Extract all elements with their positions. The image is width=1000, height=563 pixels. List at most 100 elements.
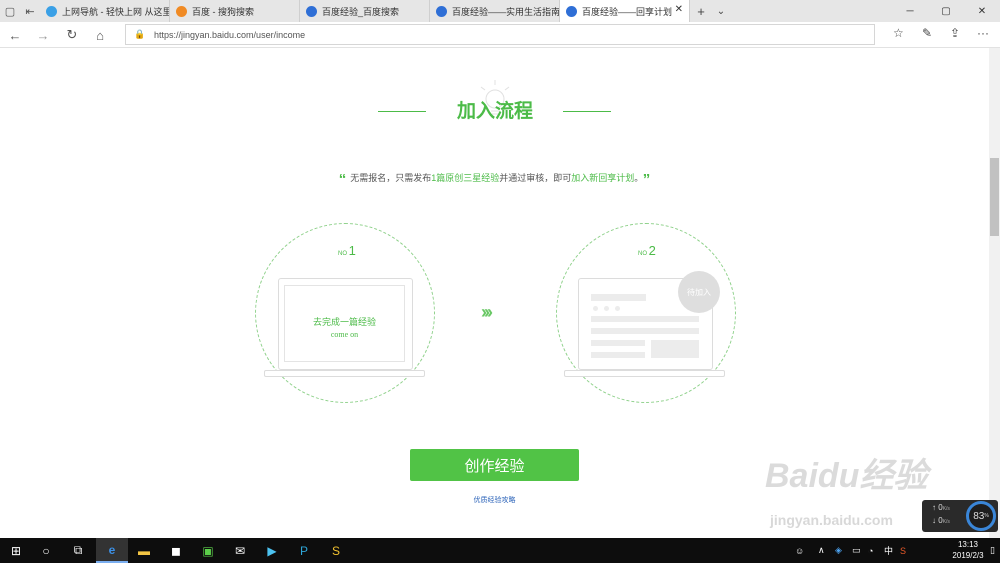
tab-4[interactable]: 百度经验——实用生活指南 (430, 0, 560, 22)
browser-tab-bar: ▢ ⇤ 上网导航 - 轻快上网 从这里 百度 - 搜狗搜索 百度经验_百度搜索 … (0, 0, 1000, 22)
placeholder-dot (604, 306, 609, 311)
pptv-icon[interactable]: P (288, 538, 320, 563)
pending-badge: 待加入 (678, 271, 720, 313)
site-favicon-icon (46, 5, 57, 17)
placeholder-bar (591, 340, 645, 346)
url-field[interactable]: 🔒 https://jingyan.baidu.com/user/income (125, 24, 875, 45)
title-divider-right (563, 111, 611, 112)
speed-unit: K/s (942, 506, 950, 512)
tab-label: 百度经验_百度搜索 (322, 6, 400, 17)
favorites-icon[interactable]: ☆ (893, 26, 904, 44)
lock-icon: 🔒 (134, 29, 146, 39)
system-clock[interactable]: 13:13 2019/2/3 (948, 539, 988, 561)
placeholder-bar (591, 328, 699, 334)
search-circle-icon[interactable]: ○ (30, 538, 62, 563)
chevron-down-icon[interactable]: ⌄ (712, 6, 730, 17)
clock-date: 2019/2/3 (952, 551, 984, 560)
tab-5-active[interactable]: 百度经验——回享计划 ✕ (560, 0, 690, 22)
next-arrows-icon: ››› (481, 302, 493, 322)
upload-speed: ↑ 0K/s (932, 503, 950, 512)
gauge-unit: % (984, 513, 989, 519)
placeholder-bar (591, 294, 646, 301)
placeholder-block (651, 340, 699, 358)
scrollbar-thumb[interactable] (990, 158, 999, 236)
media-player-icon[interactable]: ▶ (256, 538, 288, 563)
step2-number: NO 2 (638, 243, 656, 258)
create-experience-button[interactable]: 创作经验 (410, 449, 579, 481)
quote-highlight: 1篇原创三星经验 (431, 173, 500, 183)
baidu-favicon-icon (566, 5, 577, 17)
tab-1[interactable]: 上网导航 - 轻快上网 从这里 (40, 0, 170, 22)
store-icon[interactable]: ◼ (160, 538, 192, 563)
refresh-icon[interactable]: ↻ (62, 26, 82, 44)
task-view-icon[interactable]: ⧉ (62, 538, 94, 563)
step-no: 2 (648, 243, 656, 258)
tab-close-icon[interactable]: ✕ (675, 4, 683, 15)
more-icon[interactable]: ··· (977, 26, 989, 44)
app-s-icon[interactable]: S (320, 538, 352, 563)
guide-link-text[interactable]: 优质经验攻略 (474, 497, 516, 504)
share-icon[interactable]: ⇪ (950, 26, 960, 44)
wifi-icon[interactable]: ◔ (868, 538, 873, 563)
windows-taskbar: ⊞ ○ ⧉ e ▬ ◼ ▣ ✉ ▶ P S ☺ ∧ ◈ ▭ ◔ 中 S 13:1… (0, 538, 1000, 563)
tray-expand-icon[interactable]: ∧ (818, 538, 825, 563)
placeholder-dot (593, 306, 598, 311)
battery-icon[interactable]: ▭ (852, 538, 861, 563)
quote-text: 无需报名，只需发布 (350, 173, 432, 183)
step2-laptop-base (564, 370, 725, 377)
home-icon[interactable]: ⌂ (90, 26, 110, 44)
network-speed-widget: ↑ 0K/s ↓ 0K/s 83% (922, 500, 998, 532)
set-aside-tabs-icon[interactable]: ⇤ (20, 0, 40, 22)
close-window-icon[interactable]: ✕ (964, 0, 1000, 22)
step1-subtext: come on (330, 330, 359, 339)
quote-text: 并通过审核，即可 (499, 173, 572, 183)
forward-arrow-icon[interactable]: → (33, 26, 53, 44)
tab-label: 百度经验——实用生活指南 (452, 6, 560, 17)
back-arrow-icon[interactable]: ← (5, 26, 25, 44)
watermark-logo: Baidu经验 (765, 457, 928, 495)
placeholder-bar (591, 316, 699, 322)
quote-text: 。 (634, 173, 639, 183)
close-quote-icon: ” (642, 171, 651, 188)
step-no-prefix: NO (338, 251, 347, 257)
sogou-ime-icon[interactable]: S (900, 538, 906, 563)
baidu-favicon-icon (436, 5, 447, 17)
gauge-value: 83 (973, 510, 985, 522)
step-no: 1 (348, 243, 356, 258)
tab-3[interactable]: 百度经验_百度搜索 (300, 0, 430, 22)
placeholder-dot (615, 306, 620, 311)
step1-text: 去完成一篇经验 (312, 317, 376, 327)
people-icon[interactable]: ☺ (795, 538, 804, 563)
edge-browser-icon[interactable]: e (96, 538, 128, 563)
watermark-url: jingyan.baidu.com (770, 512, 893, 528)
ime-indicator[interactable]: 中 (884, 538, 893, 563)
page-scrollbar[interactable] (989, 48, 1000, 538)
tab-label: 百度经验——回享计划 (582, 6, 673, 17)
tab-label: 上网导航 - 轻快上网 从这里 (62, 6, 170, 17)
open-quote-icon: “ (338, 171, 347, 188)
mail-icon[interactable]: ✉ (224, 538, 256, 563)
new-tab-icon[interactable]: + (690, 4, 712, 19)
notification-icon[interactable]: ▯ (990, 538, 995, 563)
pen-icon[interactable]: ✎ (922, 26, 932, 44)
step1-number: NO 1 (338, 243, 356, 258)
maximize-icon[interactable]: ▢ (928, 0, 964, 22)
speed-unit: K/s (942, 519, 950, 525)
download-speed: ↓ 0K/s (932, 516, 950, 525)
defender-icon[interactable]: ◈ (835, 538, 842, 563)
tab-label: 百度 - 搜狗搜索 (192, 6, 254, 17)
title-divider-left (378, 111, 426, 112)
screen: ▢ ⇤ 上网导航 - 轻快上网 从这里 百度 - 搜狗搜索 百度经验_百度搜索 … (0, 0, 1000, 563)
section-title: 加入流程 (456, 101, 533, 122)
tab-actions-icon[interactable]: ▢ (0, 0, 20, 22)
file-explorer-icon[interactable]: ▬ (128, 538, 160, 563)
start-windows-icon[interactable]: ⊞ (0, 538, 32, 563)
clock-time: 13:13 (957, 540, 979, 549)
step-no-prefix: NO (638, 251, 647, 257)
baidu-favicon-icon (306, 5, 317, 17)
placeholder-bar (591, 352, 645, 358)
tab-2[interactable]: 百度 - 搜狗搜索 (170, 0, 300, 22)
minimize-icon[interactable]: ─ (892, 0, 928, 22)
address-bar: ← → ↻ ⌂ 🔒 https://jingyan.baidu.com/user… (0, 22, 1000, 48)
iqiyi-icon[interactable]: ▣ (192, 538, 224, 563)
